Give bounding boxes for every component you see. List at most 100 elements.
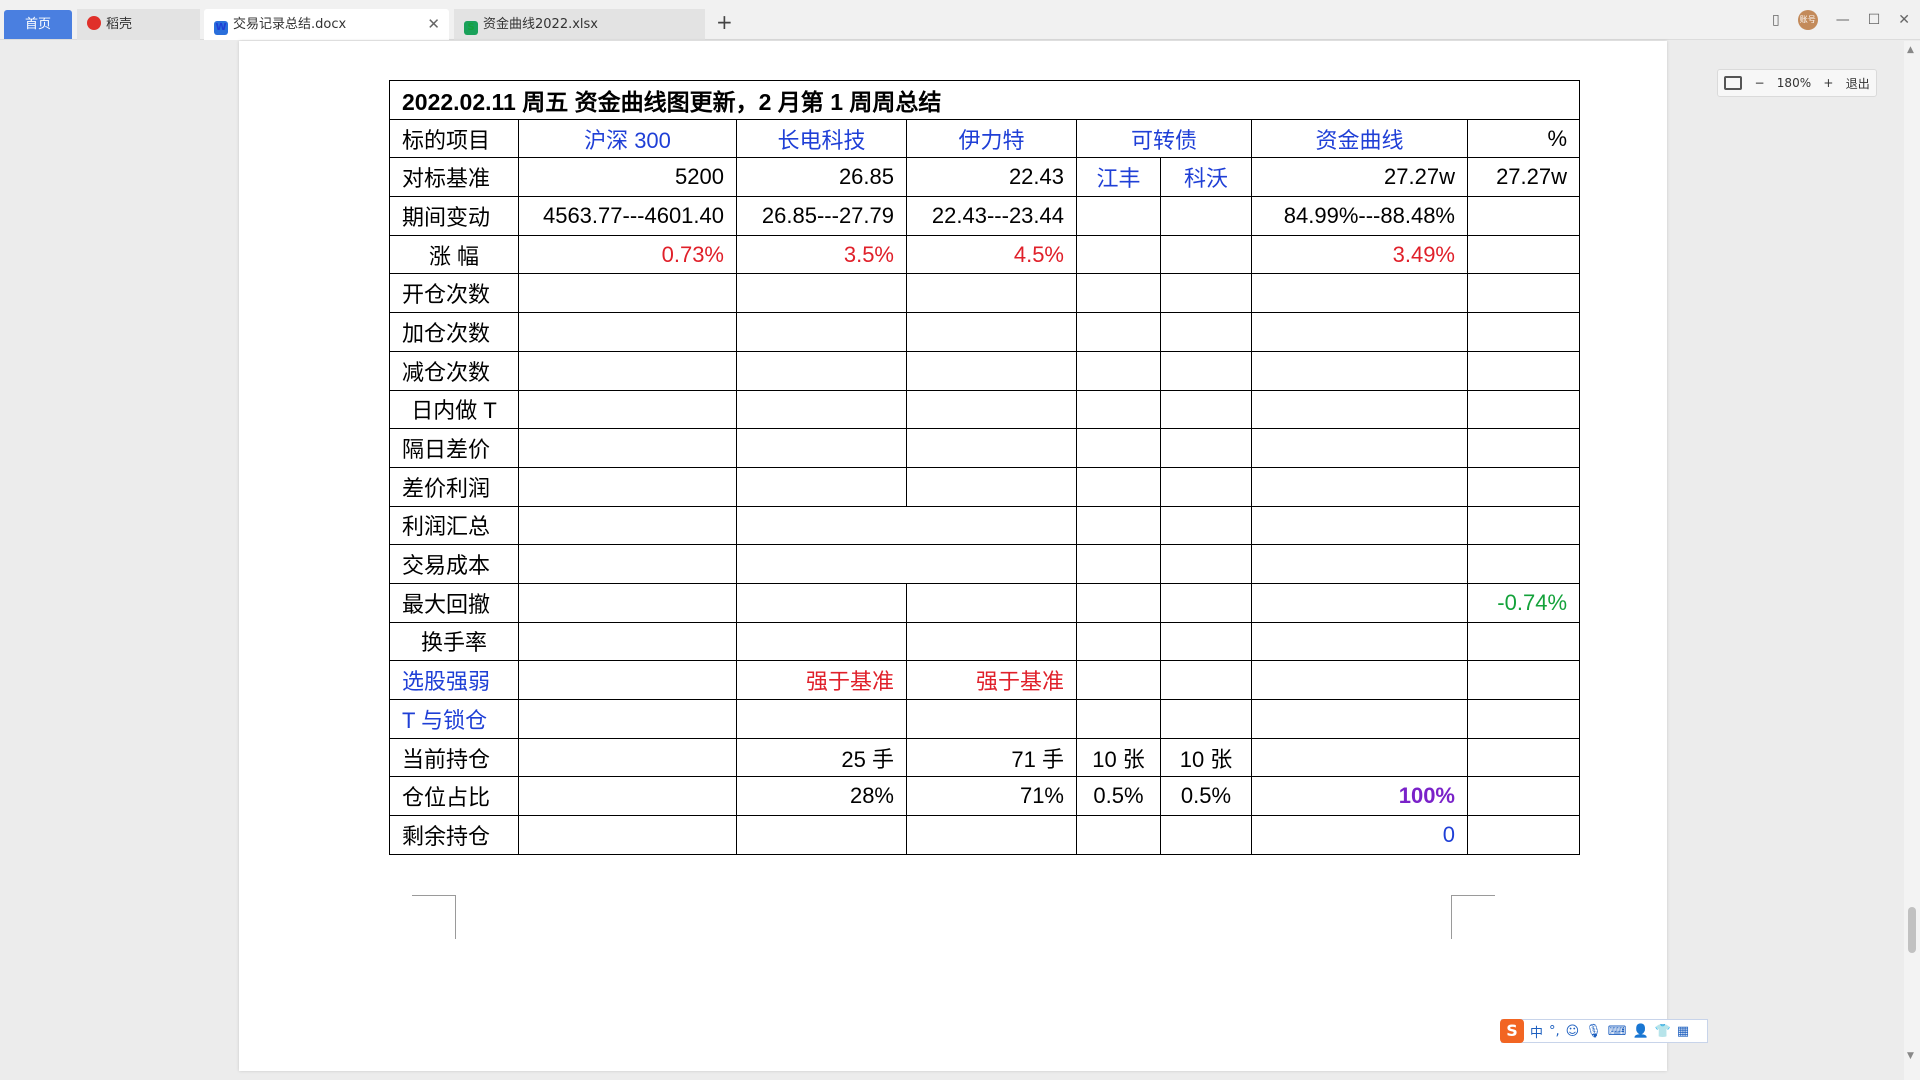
table-cell[interactable] bbox=[1160, 350, 1252, 391]
table-cell[interactable] bbox=[1160, 505, 1252, 546]
skin-icon[interactable]: 👕 bbox=[1655, 1024, 1671, 1039]
table-cell[interactable] bbox=[518, 505, 737, 546]
ime-mode-toggle[interactable]: 中 bbox=[1530, 1022, 1543, 1041]
table-cell[interactable] bbox=[1160, 660, 1252, 700]
table-cell[interactable] bbox=[1466, 234, 1581, 275]
vertical-scrollbar[interactable]: ▲ ▼ bbox=[1904, 41, 1920, 1080]
table-cell[interactable] bbox=[906, 582, 1077, 623]
table-cell[interactable] bbox=[1466, 660, 1581, 700]
table-cell[interactable]: 26.85 bbox=[736, 157, 907, 198]
table-cell[interactable]: 28% bbox=[736, 776, 907, 817]
row-label[interactable]: 交易成本 bbox=[389, 544, 519, 584]
table-cell[interactable]: 71% bbox=[906, 776, 1077, 817]
table-cell[interactable] bbox=[518, 466, 737, 507]
table-cell[interactable] bbox=[1076, 621, 1161, 662]
col-header[interactable]: 长电科技 bbox=[736, 118, 907, 159]
emoji-icon[interactable]: ☺ bbox=[1566, 1024, 1580, 1039]
window-close-icon[interactable]: ✕ bbox=[1898, 12, 1910, 28]
table-cell[interactable] bbox=[1466, 737, 1581, 778]
scroll-down-icon[interactable]: ▼ bbox=[1907, 1051, 1914, 1061]
table-cell[interactable] bbox=[518, 815, 737, 855]
table-cell[interactable] bbox=[906, 273, 1077, 314]
table-cell[interactable] bbox=[1466, 466, 1581, 507]
col-header[interactable]: 伊力特 bbox=[906, 118, 1077, 159]
tab-home[interactable]: 首页 bbox=[4, 10, 72, 39]
table-cell[interactable]: 强于基准 bbox=[736, 660, 907, 700]
microphone-icon[interactable]: 🎙 bbox=[1585, 1024, 1602, 1039]
table-cell[interactable] bbox=[736, 544, 1077, 584]
table-cell[interactable] bbox=[1251, 505, 1468, 546]
scroll-up-icon[interactable]: ▲ bbox=[1907, 45, 1914, 55]
table-cell[interactable] bbox=[1160, 312, 1252, 352]
table-cell[interactable] bbox=[1251, 699, 1468, 739]
table-cell[interactable]: 10 张 bbox=[1076, 737, 1161, 778]
keyboard-icon[interactable]: ⌨ bbox=[1608, 1024, 1627, 1039]
table-cell[interactable] bbox=[906, 428, 1077, 468]
table-cell[interactable] bbox=[1076, 505, 1161, 546]
row-label[interactable]: 选股强弱 bbox=[389, 660, 519, 700]
table-cell[interactable]: 84.99%---88.48% bbox=[1251, 196, 1468, 236]
table-cell[interactable] bbox=[518, 660, 737, 700]
fit-page-icon[interactable] bbox=[1724, 76, 1743, 90]
table-cell[interactable] bbox=[1251, 428, 1468, 468]
zoom-in-button[interactable]: + bbox=[1823, 76, 1833, 90]
table-cell[interactable] bbox=[1251, 389, 1468, 430]
table-cell[interactable]: 5200 bbox=[518, 157, 737, 198]
row-label[interactable]: 差价利润 bbox=[389, 466, 519, 507]
table-cell[interactable] bbox=[1466, 776, 1581, 817]
table-cell[interactable] bbox=[518, 428, 737, 468]
row-label[interactable]: T 与锁仓 bbox=[389, 699, 519, 739]
table-cell[interactable] bbox=[906, 466, 1077, 507]
row-label[interactable]: 加仓次数 bbox=[389, 312, 519, 352]
table-cell[interactable]: 26.85---27.79 bbox=[736, 196, 907, 236]
table-cell[interactable] bbox=[1251, 312, 1468, 352]
table-cell[interactable] bbox=[736, 505, 1077, 546]
table-cell[interactable] bbox=[1160, 273, 1252, 314]
table-cell[interactable]: 10 张 bbox=[1160, 737, 1252, 778]
table-cell[interactable]: 71 手 bbox=[906, 737, 1077, 778]
table-cell[interactable]: 4563.77---4601.40 bbox=[518, 196, 737, 236]
table-cell[interactable] bbox=[1076, 273, 1161, 314]
table-cell[interactable] bbox=[736, 428, 907, 468]
row-label[interactable]: 隔日差价 bbox=[389, 428, 519, 468]
table-cell[interactable]: 27.27w bbox=[1466, 157, 1581, 198]
table-cell[interactable]: 22.43---23.44 bbox=[906, 196, 1077, 236]
table-cell[interactable] bbox=[1160, 196, 1252, 236]
plus-icon[interactable]: + bbox=[716, 10, 733, 34]
table-cell[interactable] bbox=[518, 737, 737, 778]
tab-spreadsheet[interactable]: S 资金曲线2022.xlsx bbox=[454, 9, 705, 40]
table-cell[interactable] bbox=[1466, 196, 1581, 236]
table-cell[interactable] bbox=[736, 466, 907, 507]
table-cell[interactable] bbox=[736, 815, 907, 855]
table-cell[interactable]: -0.74% bbox=[1466, 582, 1581, 623]
row-label[interactable]: 利润汇总 bbox=[389, 505, 519, 546]
row-label[interactable]: 期间变动 bbox=[389, 196, 519, 236]
toolbox-icon[interactable]: ▦ bbox=[1677, 1024, 1689, 1039]
table-cell[interactable] bbox=[906, 350, 1077, 391]
table-cell[interactable] bbox=[518, 582, 737, 623]
ime-toolbar[interactable]: S 中 °, ☺ 🎙 ⌨ 👤 👕 ▦ bbox=[1500, 1019, 1708, 1043]
table-cell[interactable]: 0.5% bbox=[1076, 776, 1161, 817]
table-cell[interactable] bbox=[1160, 582, 1252, 623]
table-cell[interactable]: 0 bbox=[1251, 815, 1468, 855]
table-cell[interactable] bbox=[1076, 582, 1161, 623]
row-label[interactable]: 剩余持仓 bbox=[389, 815, 519, 855]
table-cell[interactable]: 100% bbox=[1251, 776, 1468, 817]
table-cell[interactable] bbox=[1251, 544, 1468, 584]
row-label[interactable]: 涨 幅 bbox=[389, 234, 519, 275]
table-cell[interactable] bbox=[1466, 273, 1581, 314]
table-cell[interactable] bbox=[1076, 312, 1161, 352]
table-cell[interactable] bbox=[1076, 466, 1161, 507]
zoom-out-button[interactable]: − bbox=[1754, 76, 1764, 90]
table-cell[interactable]: 4.5% bbox=[906, 234, 1077, 275]
table-cell[interactable] bbox=[1251, 350, 1468, 391]
tab-document[interactable]: W 交易记录总结.docx ✕ bbox=[204, 9, 449, 40]
table-cell[interactable] bbox=[736, 350, 907, 391]
table-cell[interactable] bbox=[1251, 273, 1468, 314]
table-cell[interactable] bbox=[1466, 312, 1581, 352]
table-cell[interactable] bbox=[736, 621, 907, 662]
table-cell[interactable] bbox=[906, 699, 1077, 739]
row-label[interactable]: 仓位占比 bbox=[389, 776, 519, 817]
row-label[interactable]: 换手率 bbox=[389, 621, 519, 662]
close-icon[interactable]: ✕ bbox=[427, 9, 440, 40]
